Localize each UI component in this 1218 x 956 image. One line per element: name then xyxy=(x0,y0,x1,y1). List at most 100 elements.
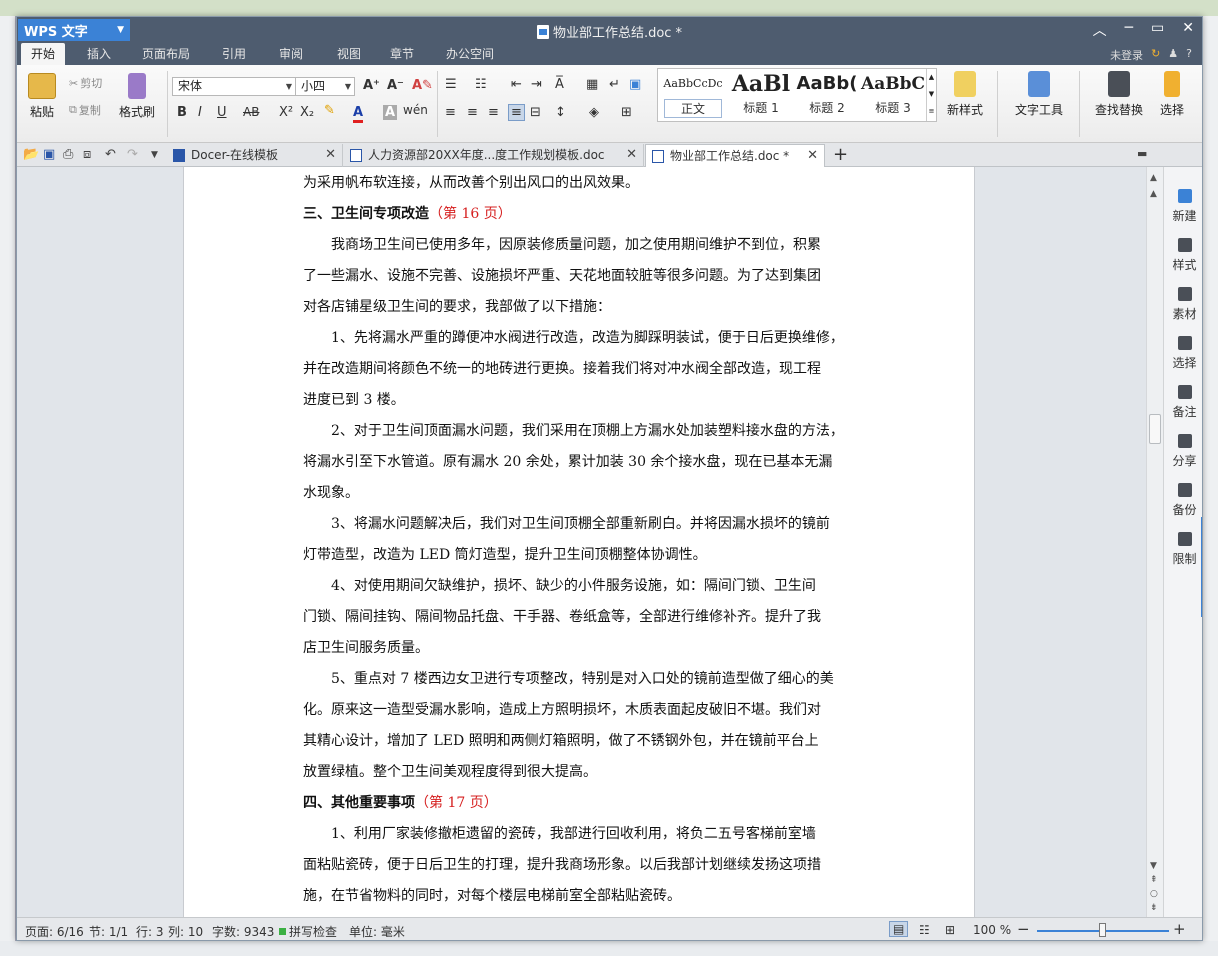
tab-references[interactable]: 引用 xyxy=(212,43,256,65)
doc-tab-hr-plan[interactable]: 人力资源部20XX年度...度工作规划模板.doc ✕ xyxy=(344,144,644,167)
underline-icon[interactable]: U xyxy=(217,105,227,120)
tab-home[interactable]: 开始 xyxy=(21,43,66,65)
maximize-icon[interactable]: ▭ xyxy=(1151,20,1164,40)
close-icon[interactable]: ✕ xyxy=(1182,20,1194,40)
increase-indent-icon[interactable]: ⇥ xyxy=(531,77,542,92)
find-replace-button[interactable]: 查找替换 xyxy=(1087,71,1151,118)
doc-tab-active[interactable]: 物业部工作总结.doc * ✕ xyxy=(645,144,825,167)
print-icon[interactable]: ⎙ xyxy=(63,147,73,162)
document-page[interactable]: 为采用帆布软连接，从而改善个别出风口的出风效果。 三、卫生间专项改造（第 16 页… xyxy=(183,167,975,917)
decrease-indent-icon[interactable]: ⇤ xyxy=(511,77,522,92)
tab-chapter[interactable]: 章节 xyxy=(380,43,424,65)
new-style-button[interactable]: 新样式 xyxy=(939,71,991,118)
format-painter-button[interactable]: 格式刷 xyxy=(117,73,157,120)
select-button[interactable]: 选择 xyxy=(1153,71,1191,118)
bold-icon[interactable]: B xyxy=(177,105,187,120)
status-words[interactable]: 字数: 9343 xyxy=(212,923,274,940)
close-icon[interactable]: ✕ xyxy=(626,144,637,166)
align-center-icon[interactable]: ≡ xyxy=(467,105,478,120)
tab-insert[interactable]: 插入 xyxy=(77,43,121,65)
scroll-down-icon[interactable]: ▼ xyxy=(1150,861,1157,871)
italic-icon[interactable]: I xyxy=(198,105,202,120)
zoom-in-icon[interactable]: + xyxy=(1173,920,1186,938)
vertical-scrollbar[interactable]: ▲ ▲ ▼ ⇞ ○ ⇟ xyxy=(1146,167,1163,917)
browse-object-icon[interactable]: ○ xyxy=(1150,889,1158,899)
font-size-select[interactable]: 小四 ▼ xyxy=(295,77,355,96)
login-link[interactable]: 未登录 xyxy=(1110,47,1143,63)
sync-icon[interactable]: ↻ xyxy=(1151,47,1160,63)
web-view-icon[interactable]: ⊞ xyxy=(945,923,955,937)
undo-icon[interactable]: ↶ xyxy=(105,147,116,162)
cut-button[interactable]: ✂ 剪切 xyxy=(69,75,102,91)
skin-icon[interactable]: ♟ xyxy=(1168,47,1178,63)
side-material[interactable]: 素材 xyxy=(1164,287,1202,322)
collapse-icon[interactable]: ︿ xyxy=(1093,20,1107,40)
copy-button[interactable]: ⧉ 复制 xyxy=(69,102,101,118)
scroll-up-icon[interactable]: ▲ xyxy=(1150,173,1157,183)
superscript-icon[interactable]: X² xyxy=(279,105,293,120)
side-note[interactable]: 备注 xyxy=(1164,385,1202,420)
scroll-thumb[interactable] xyxy=(1149,414,1161,444)
status-section[interactable]: 节: 1/1 xyxy=(89,923,128,940)
doc-tab-docer[interactable]: Docer-在线模板 ✕ xyxy=(167,144,343,167)
status-page[interactable]: 页面: 6/16 xyxy=(25,923,84,940)
distribute-icon[interactable]: ⊟ xyxy=(530,105,541,120)
shading-icon[interactable]: ◈ xyxy=(589,105,599,120)
highlight-icon[interactable]: ✎ xyxy=(324,103,335,118)
status-row[interactable]: 行: 3 xyxy=(136,923,164,940)
phonetic-icon[interactable]: wén xyxy=(403,103,428,117)
status-unit[interactable]: 单位: 毫米 xyxy=(349,923,405,940)
show-marks-icon[interactable]: ▣ xyxy=(629,77,641,92)
style-heading2[interactable]: AaBb( 标题 2 xyxy=(794,69,860,121)
text-direction-icon[interactable]: A̅ xyxy=(555,77,564,92)
outline-view-icon[interactable]: ☷ xyxy=(919,923,930,937)
clear-format-icon[interactable]: A✎ xyxy=(412,78,433,93)
save-icon[interactable]: ▣ xyxy=(43,147,55,162)
align-right-icon[interactable]: ≡ xyxy=(488,105,499,120)
status-col[interactable]: 列: 10 xyxy=(168,923,203,940)
paragraph-mark-icon[interactable]: ↵ xyxy=(609,77,620,92)
table-icon[interactable]: ▦ xyxy=(586,77,598,92)
style-gallery-scroll[interactable]: ▲ ▼ ≡ xyxy=(926,69,936,121)
numbered-list-icon[interactable]: ☷ xyxy=(475,77,487,92)
side-style[interactable]: 样式 xyxy=(1164,238,1202,273)
text-tools-button[interactable]: 文字工具 xyxy=(1007,71,1071,118)
tab-office-space[interactable]: 办公空间 xyxy=(436,43,504,65)
side-select[interactable]: 选择 xyxy=(1164,336,1202,371)
tab-view[interactable]: 视图 xyxy=(327,43,371,65)
strikethrough-icon[interactable]: AB xyxy=(243,105,259,119)
style-heading3[interactable]: AaBbC 标题 3 xyxy=(860,69,926,121)
tab-page-layout[interactable]: 页面布局 xyxy=(132,43,200,65)
open-icon[interactable]: 📂 xyxy=(23,147,39,162)
char-shading-icon[interactable]: A xyxy=(383,105,398,120)
close-icon[interactable]: ✕ xyxy=(807,145,818,167)
zoom-level[interactable]: 100 % xyxy=(973,923,1011,937)
redo-icon[interactable]: ↷ xyxy=(127,147,138,162)
side-backup[interactable]: 备份 xyxy=(1164,483,1202,518)
side-new[interactable]: 新建 xyxy=(1164,189,1202,224)
font-color-icon[interactable]: A xyxy=(353,105,364,123)
tab-review[interactable]: 审阅 xyxy=(269,43,313,65)
paste-button[interactable]: 粘贴 xyxy=(23,73,61,120)
side-panel-handle[interactable] xyxy=(1201,517,1202,617)
customize-icon[interactable]: ▼ xyxy=(151,150,158,160)
side-restrict[interactable]: 限制 xyxy=(1164,532,1202,567)
print-preview-icon[interactable]: ⧈ xyxy=(83,147,91,162)
tab-list-icon[interactable]: ▬ xyxy=(1137,147,1147,160)
font-name-select[interactable]: 宋体 ▼ xyxy=(172,77,296,96)
side-share[interactable]: 分享 xyxy=(1164,434,1202,469)
border-icon[interactable]: ⊞ xyxy=(621,105,632,120)
shrink-font-icon[interactable]: A⁻ xyxy=(387,78,404,93)
prev-page-icon[interactable]: ⇞ xyxy=(1150,875,1158,885)
status-spell[interactable]: 拼写检查 xyxy=(279,923,337,940)
line-spacing-icon[interactable]: ↕ xyxy=(555,105,566,120)
bullet-list-icon[interactable]: ☰ xyxy=(445,77,457,92)
justify-icon[interactable]: ≡ xyxy=(508,104,525,121)
style-normal[interactable]: AaBbCcDc 正文 xyxy=(660,69,726,121)
grow-font-icon[interactable]: A⁺ xyxy=(363,78,380,93)
close-icon[interactable]: ✕ xyxy=(325,144,336,166)
new-tab-icon[interactable]: + xyxy=(833,144,848,165)
next-page-icon[interactable]: ⇟ xyxy=(1150,903,1158,913)
zoom-slider-thumb[interactable] xyxy=(1099,923,1106,937)
zoom-out-icon[interactable]: − xyxy=(1017,920,1030,938)
